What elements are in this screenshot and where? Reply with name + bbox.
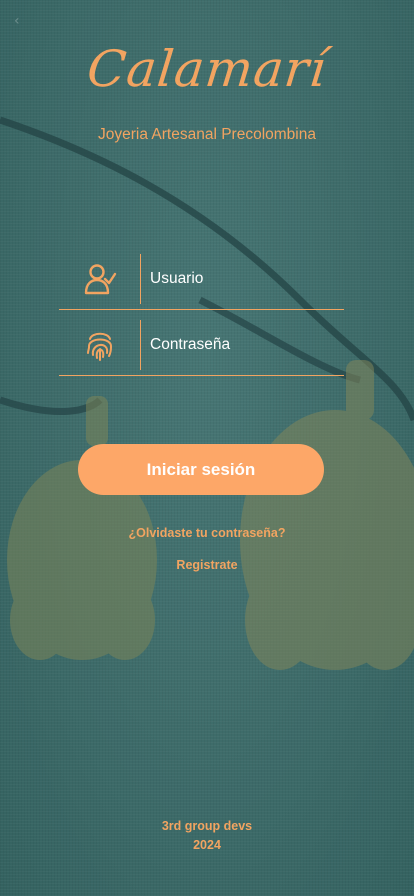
username-input[interactable]: Usuario bbox=[150, 270, 203, 288]
user-icon-box bbox=[59, 254, 141, 304]
fingerprint-icon bbox=[86, 332, 112, 361]
chevron-left-icon[interactable]: ‹ bbox=[14, 14, 28, 28]
username-field[interactable]: Usuario bbox=[59, 254, 344, 310]
forgot-password-link[interactable]: ¿Olvidaste tu contraseña? bbox=[0, 526, 414, 540]
app-logo: Calamarí bbox=[84, 40, 330, 98]
app-subtitle: Joyeria Artesanal Precolombina bbox=[98, 126, 316, 143]
login-button[interactable]: Iniciar sesión bbox=[78, 444, 324, 495]
user-check-icon bbox=[84, 264, 116, 295]
password-input[interactable]: Contraseña bbox=[150, 336, 230, 354]
password-field[interactable]: Contraseña bbox=[59, 320, 344, 376]
register-link[interactable]: Registrate bbox=[0, 558, 414, 572]
password-icon-box bbox=[59, 320, 141, 370]
footer-year: 2024 bbox=[193, 838, 221, 852]
footer-credits: 3rd group devs bbox=[161, 819, 253, 833]
